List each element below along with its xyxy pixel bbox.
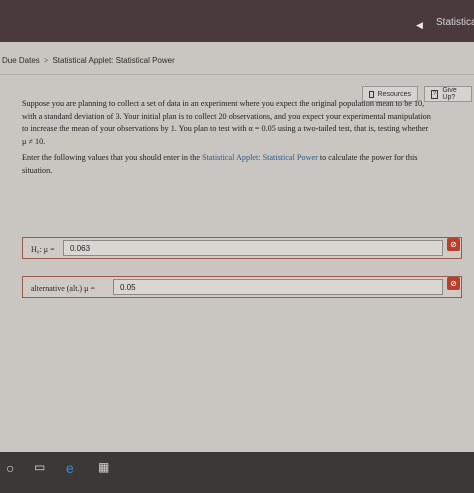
question-line-1: Suppose you are planning to collect a se… — [22, 99, 425, 108]
browser-top-bar: ◀ Statistical A — [0, 0, 474, 42]
resources-label: Resources — [377, 90, 411, 98]
task-view-icon[interactable]: ▭ — [34, 460, 45, 474]
breadcrumb: Due Dates > Statistical Applet: Statistica… — [2, 56, 175, 65]
h0-label: H₀: μ = — [31, 245, 55, 254]
edge-icon[interactable]: e — [66, 460, 74, 476]
error-icon: ⊘ — [447, 238, 460, 251]
question-text: Suppose you are planning to collect a se… — [22, 98, 462, 181]
breadcrumb-due-dates[interactable]: Due Dates — [2, 56, 40, 65]
alternative-row: alternative (alt.) μ = 0.05 ⊘ — [22, 276, 462, 298]
instruction-text-end: situation. — [22, 165, 53, 175]
alternative-input[interactable]: 0.05 — [113, 279, 443, 295]
store-icon[interactable]: ▦ — [98, 460, 109, 474]
windows-start-icon[interactable]: ○ — [6, 460, 14, 476]
window-title: Statistical A — [436, 17, 474, 28]
question-line-4: μ ≠ 10. — [22, 136, 46, 146]
error-icon: ⊘ — [447, 277, 460, 290]
alternative-label: alternative (alt.) μ = — [31, 284, 95, 293]
resources-icon — [369, 90, 374, 98]
instruction-text-cont: to calculate the power for this — [319, 153, 418, 162]
instruction-text: Enter the following values that you shou… — [22, 153, 201, 162]
applet-link[interactable]: Statistical Applet: Statistical Power — [202, 153, 318, 162]
chevron-left-icon[interactable]: ◀ — [416, 20, 423, 31]
question-line-2: with a standard deviation of 3. Your ini… — [22, 111, 431, 121]
breadcrumb-current: Statistical Applet: Statistical Power — [52, 56, 175, 65]
divider — [0, 74, 474, 75]
h0-row: H₀: μ = 0.063 ⊘ — [22, 237, 462, 259]
question-line-3: to increase the mean of your observation… — [22, 124, 429, 133]
h0-input[interactable]: 0.063 — [63, 240, 443, 256]
breadcrumb-separator: > — [43, 56, 49, 65]
